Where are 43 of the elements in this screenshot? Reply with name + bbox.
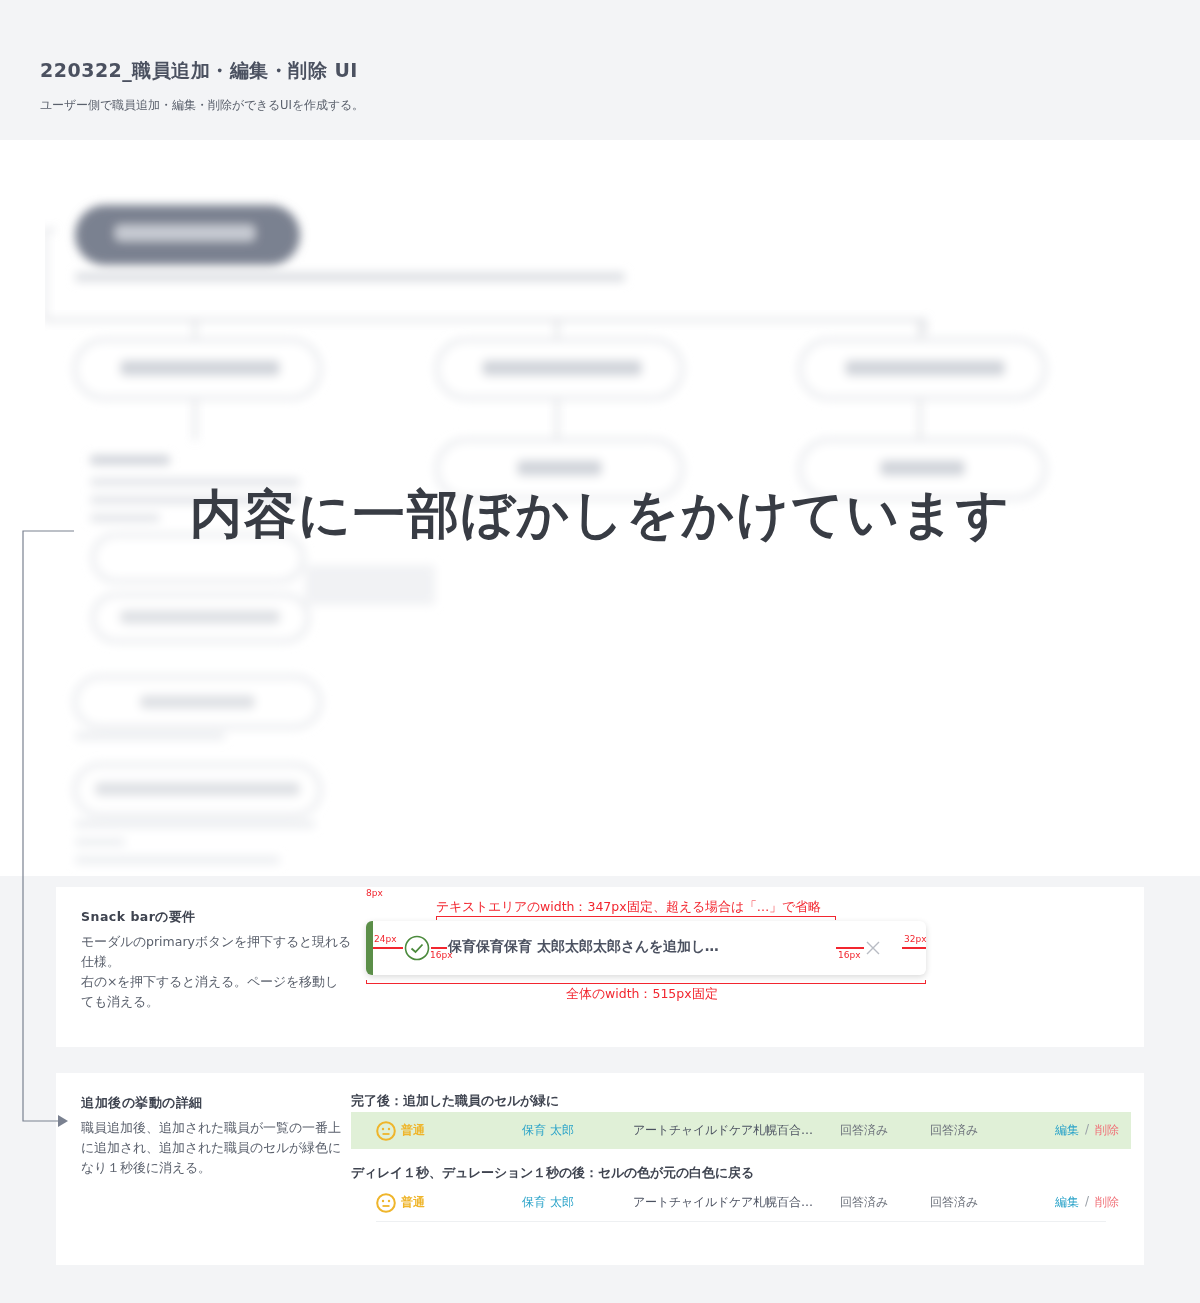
staff-name-link[interactable]: 保育 太郎 xyxy=(522,1122,633,1139)
staff-name-link[interactable]: 保育 太郎 xyxy=(522,1194,633,1211)
width-annotation: 全体のwidth：515px固定 xyxy=(566,988,718,1001)
close-icon[interactable] xyxy=(866,941,880,955)
answer-status: 回答済み xyxy=(840,1194,889,1211)
delete-link[interactable]: 削除 xyxy=(1095,1194,1120,1211)
link-separator: / xyxy=(1085,1194,1090,1210)
section-description: 右の×を押下すると消える。ページを移動しても消える。 xyxy=(81,973,340,1011)
edit-link[interactable]: 編集 xyxy=(1055,1194,1079,1211)
blur-notice: 内容に一部ぼかしをかけています xyxy=(188,483,1012,546)
spacing-label: 32px xyxy=(904,935,927,944)
spacing-line xyxy=(431,947,447,949)
section-title: Snack barの要件 xyxy=(81,909,197,926)
status-label: 普通 xyxy=(401,1122,425,1139)
section-title: 追加後の挙動の詳細 xyxy=(81,1095,204,1112)
spacing-label: 16px xyxy=(430,951,453,960)
answer-status: 回答済み xyxy=(930,1194,979,1211)
facility-cell-text: アートチャイルドケア札幌百合… xyxy=(633,1122,814,1139)
width-annotation: テキストエリアのwidth：347px固定、超える場合は「…」で省略 xyxy=(436,901,822,914)
snackbar-message: 保育保育保育 太郎太郎太郎さんを追加し… xyxy=(448,938,719,954)
answer-status: 回答済み xyxy=(840,1122,889,1139)
edit-link[interactable]: 編集 xyxy=(1055,1122,1079,1139)
check-circle-icon xyxy=(404,935,430,961)
neutral-face-icon xyxy=(376,1120,396,1141)
spacing-line xyxy=(373,947,403,949)
spacing-line xyxy=(902,947,926,949)
accent-bar xyxy=(366,921,373,975)
facility-cell-text: アートチャイルドケア札幌百合… xyxy=(633,1194,814,1211)
spacing-label: 8px xyxy=(366,889,383,898)
section-description: 職員追加後、追加された職員が一覧の一番上に追加され、追加された職員のセルが緑色になり１秒後に消える。 xyxy=(81,1119,342,1177)
spacing-line xyxy=(836,947,864,949)
state-caption: 完了後：追加した職員のセルが緑に xyxy=(351,1093,560,1110)
answer-status: 回答済み xyxy=(930,1122,979,1139)
spacing-label: 24px xyxy=(374,935,397,944)
status-label: 普通 xyxy=(401,1194,425,1211)
state-caption: ディレイ１秒、デュレーション１秒の後：セルの色が元の白色に戻る xyxy=(351,1165,755,1182)
page-description: ユーザー側で職員追加・編集・削除ができるUIを作成する。 xyxy=(40,98,365,113)
section-description: モーダルのprimaryボタンを押下すると現れる仕様。 xyxy=(81,933,351,971)
link-separator: / xyxy=(1085,1122,1090,1138)
spacing-label: 16px xyxy=(838,951,861,960)
neutral-face-icon xyxy=(376,1192,396,1213)
delete-link[interactable]: 削除 xyxy=(1095,1122,1120,1139)
page-title: 220322_職員追加・編集・削除 UI xyxy=(40,58,359,84)
